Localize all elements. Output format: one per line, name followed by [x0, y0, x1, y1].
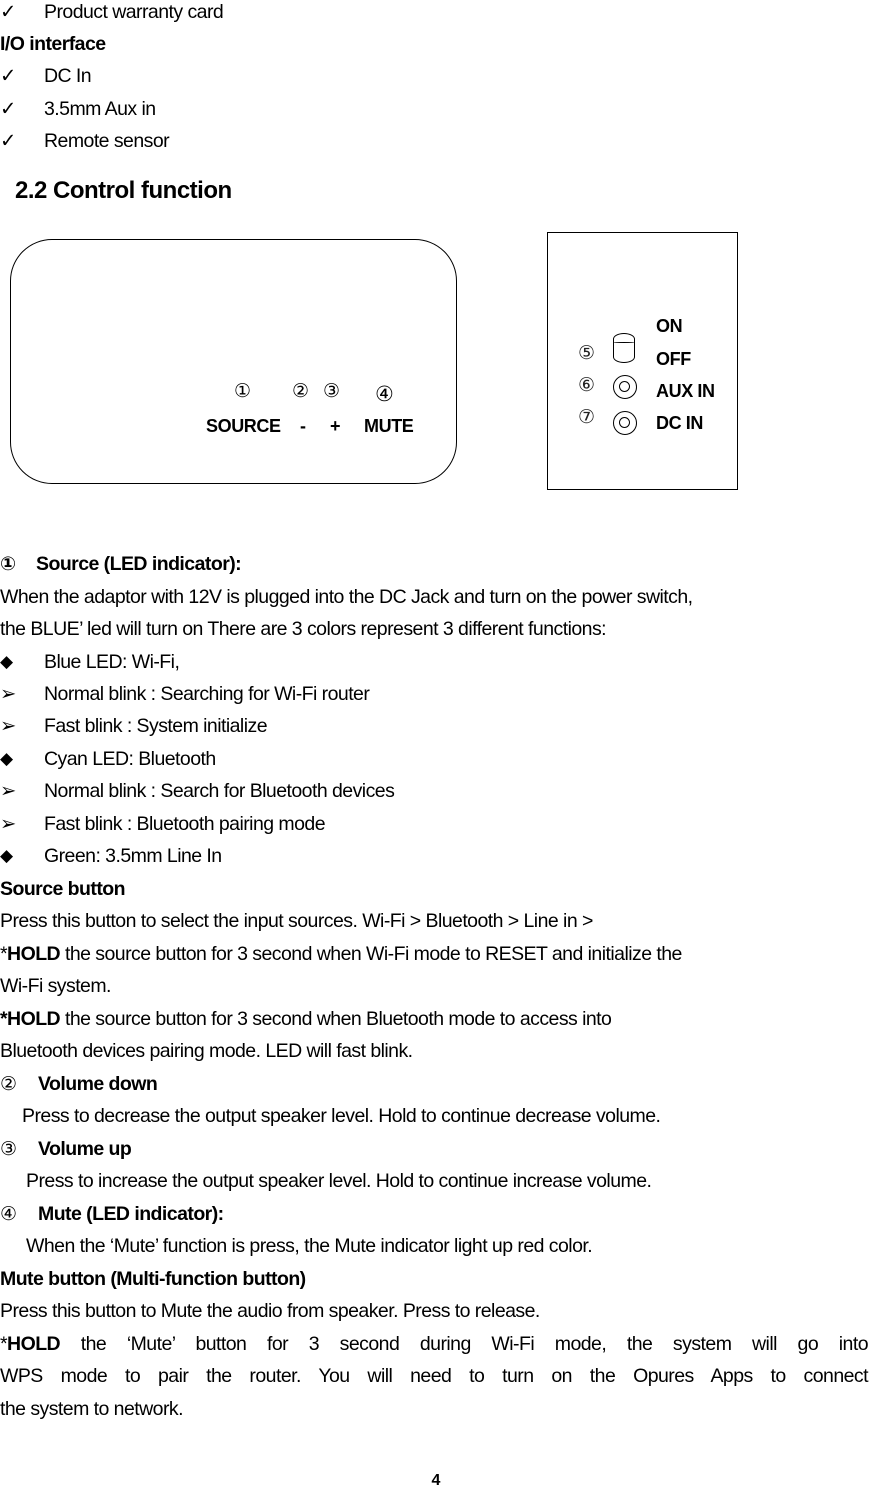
item-number: ③	[0, 1138, 18, 1160]
hold-emphasis: HOLD	[7, 943, 61, 965]
list-item-text: Remote sensor	[44, 130, 170, 152]
section-title: 2.2 Control function	[15, 177, 232, 204]
checkmark-icon: ✓	[0, 1, 16, 23]
checkmark-icon: ✓	[0, 65, 16, 87]
paragraph-line: Press this button to select the input so…	[0, 910, 593, 932]
dc-jack-icon	[613, 411, 637, 435]
front-number-4: ④	[375, 382, 394, 406]
front-panel-diagram	[10, 239, 457, 484]
paragraph-line: Bluetooth devices pairing mode. LED will…	[0, 1040, 413, 1062]
source-heading: ① Source (LED indicator):	[0, 552, 242, 576]
volume-up-title: Volume up	[38, 1138, 132, 1160]
source-title: Source (LED indicator):	[36, 553, 242, 575]
rear-number-7: ⑦	[578, 406, 596, 428]
dc-in-label: DC IN	[656, 413, 703, 433]
asterisk: *	[0, 943, 8, 965]
power-switch-icon	[612, 333, 635, 363]
paragraph-text: the ‘Mute’ button for 3 second during Wi…	[60, 1333, 869, 1355]
list-item-text: Fast blink : System initialize	[44, 715, 268, 737]
checkmark-icon: ✓	[0, 130, 16, 152]
paragraph-line: Press to increase the output speaker lev…	[26, 1170, 652, 1192]
list-item-text: DC In	[44, 65, 92, 87]
arrow-bullet-icon: ➢	[0, 813, 16, 835]
source-paragraph-line: the BLUE’ led will turn on There are 3 c…	[0, 618, 607, 640]
paragraph-text: the source button for 3 second when Wi-F…	[60, 943, 682, 965]
paragraph-line: *HOLD the source button for 3 second whe…	[0, 942, 682, 966]
hold-emphasis: HOLD	[7, 1333, 61, 1355]
arrow-bullet-icon: ➢	[0, 683, 16, 705]
list-item-text: Fast blink : Bluetooth pairing mode	[44, 813, 326, 835]
item-number: ④	[0, 1203, 18, 1225]
front-number-3: ③	[323, 380, 341, 402]
mute-heading: ④ Mute (LED indicator):	[0, 1202, 224, 1226]
io-interface-heading: I/O interface	[0, 33, 106, 55]
mute-button-heading: Mute button (Multi-function button)	[0, 1268, 306, 1290]
paragraph-line: the system to network.	[0, 1398, 184, 1420]
mute-title: Mute (LED indicator):	[38, 1203, 224, 1225]
front-number-2: ②	[292, 380, 310, 402]
list-item-text: Normal blink : Search for Bluetooth devi…	[44, 780, 395, 802]
volume-up-heading: ③ Volume up	[0, 1137, 132, 1161]
source-button-heading: Source button	[0, 878, 126, 900]
list-item-text: Product warranty card	[44, 1, 224, 23]
mute-button-label: MUTE	[364, 416, 414, 436]
list-item-text: Green: 3.5mm Line In	[44, 845, 222, 867]
item-number: ②	[0, 1073, 18, 1095]
asterisk: *	[0, 1333, 8, 1355]
list-item-text: 3.5mm Aux in	[44, 98, 156, 120]
paragraph-line: Press to decrease the output speaker lev…	[22, 1105, 661, 1127]
hold-emphasis: HOLD	[7, 1008, 61, 1030]
on-label: ON	[656, 316, 683, 336]
rear-number-5: ⑤	[578, 342, 596, 364]
off-label: OFF	[656, 349, 691, 369]
list-item-text: Cyan LED: Bluetooth	[44, 748, 216, 770]
diamond-bullet-icon: ◆	[0, 652, 13, 671]
diamond-bullet-icon: ◆	[0, 749, 13, 768]
paragraph-line: Press this button to Mute the audio from…	[0, 1300, 540, 1322]
front-number-1: ①	[234, 380, 252, 402]
paragraph-line: When the ‘Mute’ function is press, the M…	[26, 1235, 593, 1257]
checkmark-icon: ✓	[0, 98, 16, 120]
volume-up-label: +	[330, 416, 341, 436]
rear-number-6: ⑥	[578, 374, 596, 396]
arrow-bullet-icon: ➢	[0, 715, 16, 737]
list-item-text: Blue LED: Wi-Fi,	[44, 651, 180, 673]
arrow-bullet-icon: ➢	[0, 780, 16, 802]
volume-down-title: Volume down	[38, 1073, 158, 1095]
volume-down-label: -	[300, 416, 306, 436]
paragraph-line: WPS mode to pair the router. You will ne…	[0, 1365, 869, 1387]
asterisk: *	[0, 1008, 8, 1030]
source-paragraph-line: When the adaptor with 12V is plugged int…	[0, 586, 693, 608]
aux-jack-icon	[613, 375, 637, 399]
source-button-label: SOURCE	[206, 416, 281, 436]
diamond-bullet-icon: ◆	[0, 846, 13, 865]
paragraph-line: *HOLD the source button for 3 second whe…	[0, 1007, 612, 1031]
rear-panel-diagram	[547, 232, 738, 490]
paragraph-line: Wi-Fi system.	[0, 975, 111, 997]
aux-in-label: AUX IN	[656, 381, 715, 401]
item-number: ①	[0, 553, 17, 575]
paragraph-text: the source button for 3 second when Blue…	[60, 1008, 612, 1030]
page-number: 4	[431, 1472, 441, 1489]
volume-down-heading: ② Volume down	[0, 1072, 158, 1096]
paragraph-line: *HOLD the ‘Mute’ button for 3 second dur…	[0, 1332, 869, 1356]
list-item-text: Normal blink : Searching for Wi-Fi route…	[44, 683, 370, 705]
